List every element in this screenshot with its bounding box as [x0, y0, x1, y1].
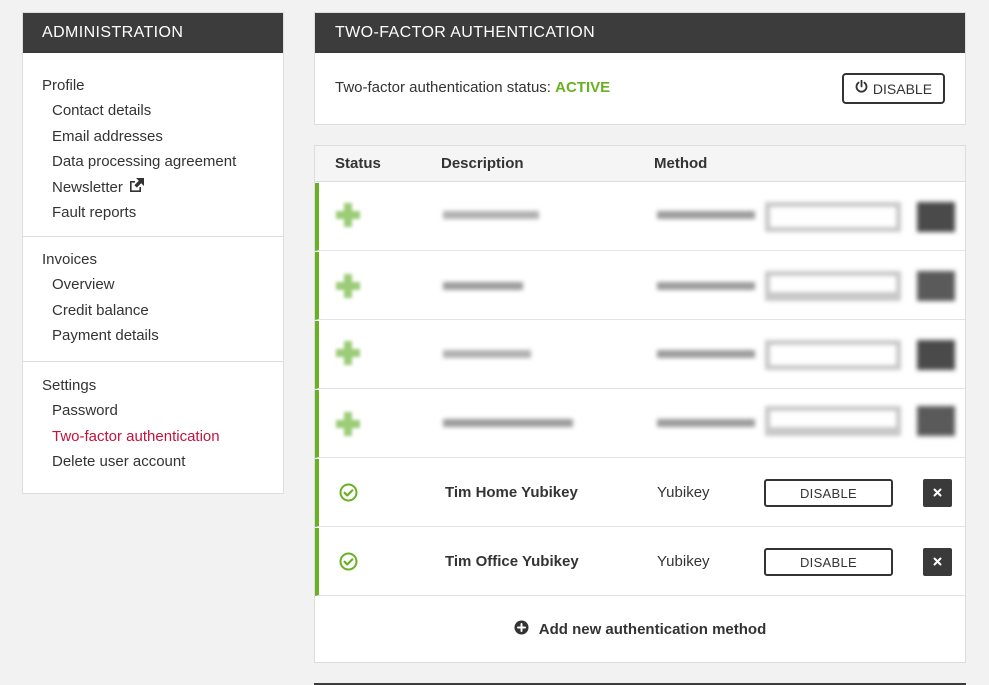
- table-row-redacted: [315, 321, 965, 389]
- disable-method-button[interactable]: DISABLE: [764, 548, 893, 576]
- sidebar-item-label: Password: [52, 402, 118, 419]
- sidebar-item-label: Overview: [52, 276, 115, 293]
- redacted-method: [657, 419, 755, 427]
- status-value: ACTIVE: [555, 79, 611, 96]
- twofa-status-panel: TWO-FACTOR AUTHENTICATION Two-factor aut…: [314, 12, 966, 125]
- delete-method-button[interactable]: [923, 479, 952, 507]
- sidebar-item-newsletter[interactable]: Newsletter: [23, 175, 283, 201]
- column-status: Status: [335, 155, 381, 172]
- redacted-button: [765, 202, 901, 232]
- sidebar-item-label: Contact details: [52, 102, 152, 119]
- sidebar-group-invoices: Invoices Overview Credit balance Payment…: [23, 237, 283, 362]
- close-icon: [933, 553, 942, 571]
- auth-methods-table: Status Description Method Tim Home Yubik…: [314, 145, 966, 663]
- status-icon-redacted: [336, 203, 360, 227]
- sidebar-item-overview[interactable]: Overview: [23, 272, 283, 298]
- sidebar-item-label: Payment details: [52, 327, 159, 344]
- plus-circle-icon: [514, 620, 529, 639]
- power-icon: [855, 79, 868, 97]
- sidebar-group-settings: Settings Password Two-factor authenticat…: [23, 362, 283, 484]
- table-row-redacted: [315, 183, 965, 251]
- redacted-description: [443, 211, 539, 219]
- method-description: Tim Home Yubikey: [445, 484, 578, 501]
- table-row-redacted: [315, 390, 965, 458]
- sidebar-item-label: Email addresses: [52, 127, 163, 145]
- sidebar-group-title: Settings: [42, 377, 97, 394]
- external-link-icon: [128, 175, 144, 201]
- table-row: Tim Home Yubikey Yubikey DISABLE: [315, 459, 965, 527]
- redacted-description: [443, 282, 523, 290]
- method-type: Yubikey: [657, 484, 710, 501]
- method-description: Tim Office Yubikey: [445, 553, 579, 570]
- redacted-method: [657, 211, 755, 219]
- status-icon-redacted: [336, 274, 360, 298]
- sidebar-item-label: Fault reports: [52, 204, 137, 221]
- twofa-status: Two-factor authentication status: ACTIVE: [335, 79, 610, 96]
- check-circle-icon: [339, 483, 358, 502]
- sidebar-item-payment-details[interactable]: Payment details: [23, 323, 283, 349]
- redacted-delete-button: [917, 202, 955, 232]
- sidebar-title: ADMINISTRATION: [23, 13, 283, 53]
- panel-title: TWO-FACTOR AUTHENTICATION: [315, 13, 965, 53]
- status-icon-redacted: [336, 412, 360, 436]
- add-auth-method-label: Add new authentication method: [538, 620, 767, 638]
- add-auth-method-button[interactable]: Add new authentication method: [315, 595, 965, 663]
- sidebar-group-title: Profile: [42, 77, 85, 94]
- column-description: Description: [441, 155, 524, 172]
- column-method: Method: [654, 155, 708, 172]
- sidebar-item-label: Newsletter: [52, 178, 123, 196]
- status-icon-redacted: [336, 341, 360, 365]
- redacted-description: [443, 419, 573, 427]
- table-row: Tim Office Yubikey Yubikey DISABLE: [315, 528, 965, 596]
- redacted-delete-button: [917, 406, 955, 436]
- redacted-description: [443, 350, 531, 358]
- redacted-method: [657, 282, 755, 290]
- redacted-button: [765, 271, 901, 301]
- sidebar-item-label: Two-factor authentication: [52, 427, 220, 445]
- check-circle-icon: [339, 552, 358, 571]
- redacted-delete-button: [917, 271, 955, 301]
- status-label: Two-factor authentication status:: [335, 79, 551, 96]
- sidebar-group-profile: Profile Contact details Email addresses …: [23, 53, 283, 237]
- table-header: Status Description Method: [315, 146, 965, 182]
- disable-label: DISABLE: [872, 80, 933, 97]
- sidebar-group-title: Invoices: [42, 251, 98, 268]
- admin-sidebar: ADMINISTRATION Profile Contact details E…: [22, 12, 284, 494]
- sidebar-item-delete-account[interactable]: Delete user account: [23, 449, 283, 475]
- disable-method-button[interactable]: DISABLE: [764, 479, 893, 507]
- redacted-button: [765, 406, 901, 436]
- disable-twofa-button[interactable]: DISABLE: [842, 73, 945, 104]
- sidebar-item-label: Data processing agreement: [52, 153, 237, 170]
- sidebar-item-email-addresses[interactable]: Email addresses: [23, 124, 283, 150]
- close-icon: [933, 484, 942, 502]
- delete-method-button[interactable]: [923, 548, 952, 576]
- sidebar-item-credit-balance[interactable]: Credit balance: [23, 298, 283, 324]
- sidebar-item-fault-reports[interactable]: Fault reports: [23, 200, 283, 226]
- redacted-method: [657, 350, 755, 358]
- table-row-redacted: [315, 252, 965, 320]
- sidebar-item-data-processing[interactable]: Data processing agreement: [23, 149, 283, 175]
- sidebar-item-label: Credit balance: [52, 301, 149, 319]
- redacted-delete-button: [917, 340, 955, 370]
- redacted-button: [765, 340, 901, 370]
- sidebar-item-two-factor-auth[interactable]: Two-factor authentication: [23, 424, 283, 450]
- sidebar-item-password[interactable]: Password: [23, 398, 283, 424]
- method-type: Yubikey: [657, 553, 710, 570]
- sidebar-item-contact-details[interactable]: Contact details: [23, 98, 283, 124]
- sidebar-item-label: Delete user account: [52, 453, 186, 470]
